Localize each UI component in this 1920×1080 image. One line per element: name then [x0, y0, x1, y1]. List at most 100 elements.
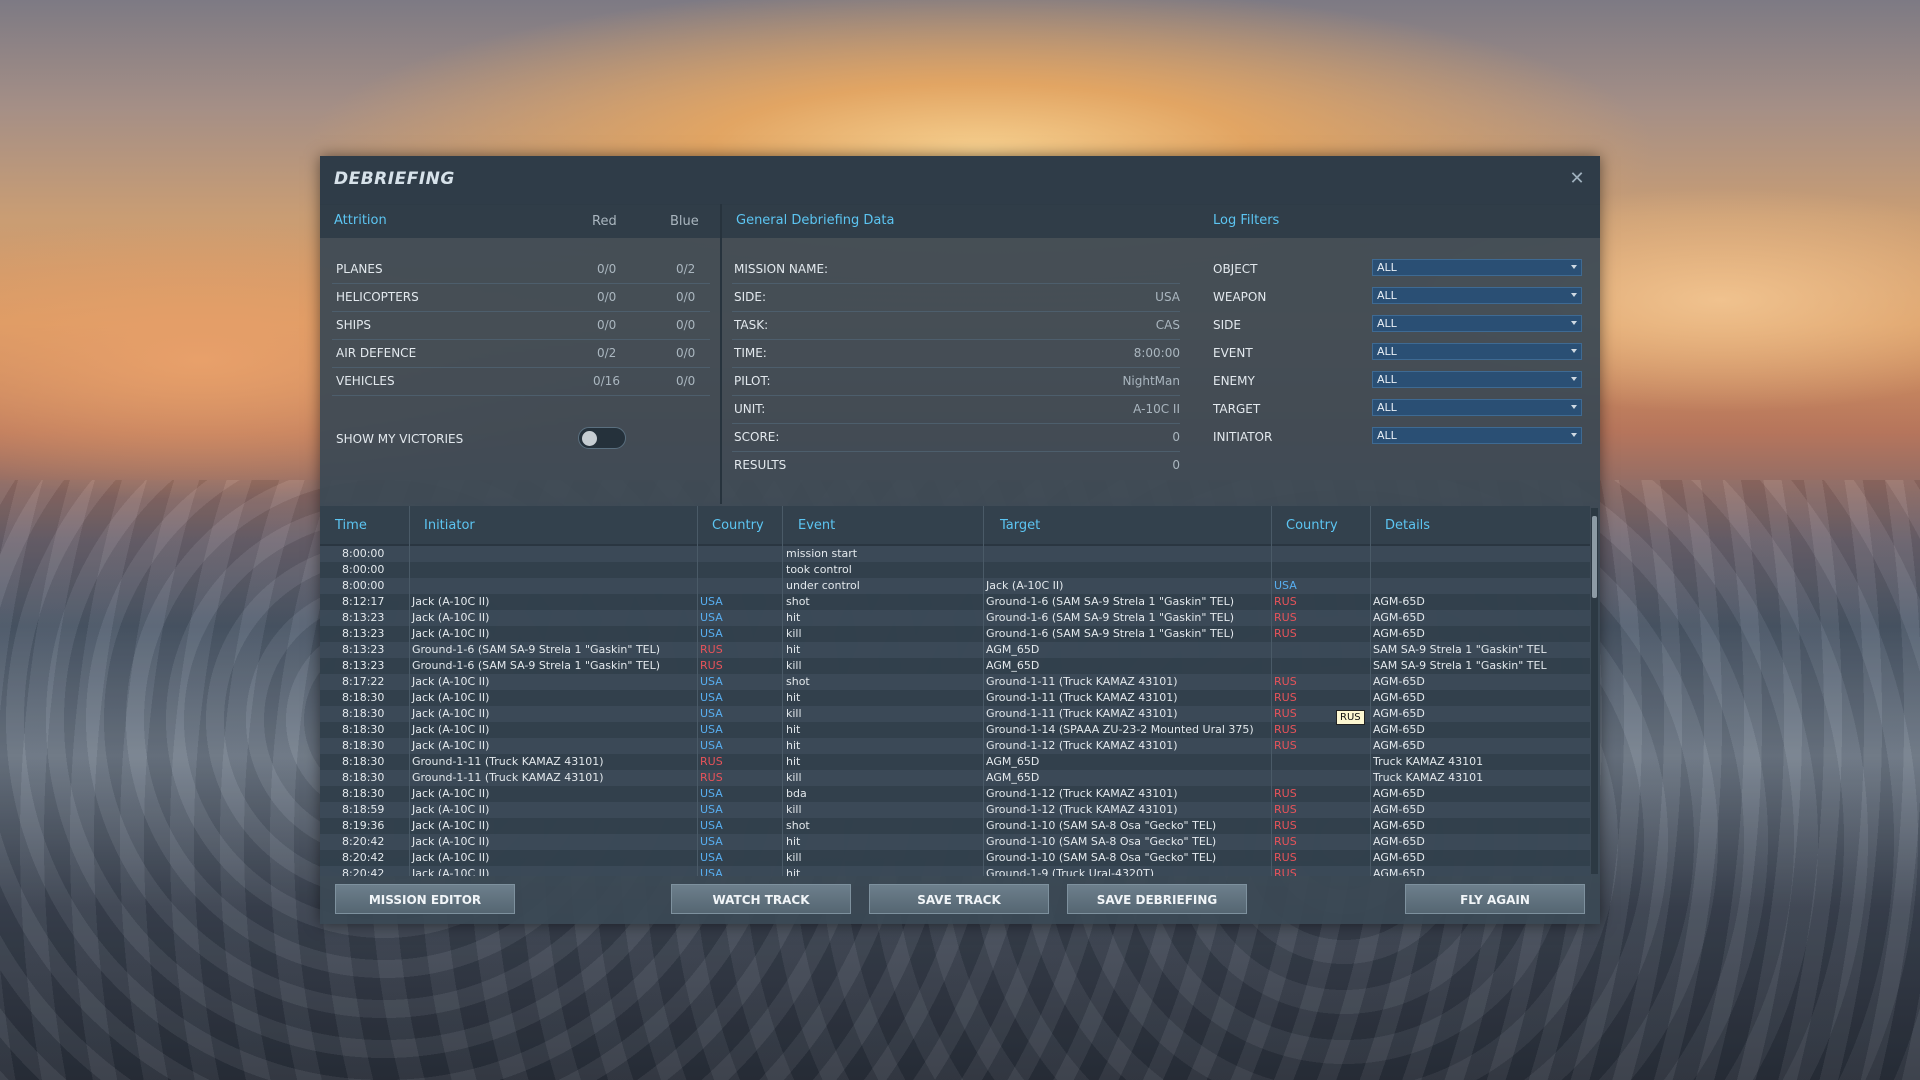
- filter-select-initiator[interactable]: ALL: [1372, 427, 1582, 444]
- save-debriefing-button[interactable]: SAVE DEBRIEFING: [1067, 884, 1247, 914]
- log-col-event[interactable]: Event: [798, 518, 835, 533]
- log-col-country[interactable]: Country: [712, 518, 764, 533]
- attrition-row-blue: 0/0: [676, 290, 696, 304]
- log-row[interactable]: 8:13:23 Jack (A-10C II) USA kill Ground-1-6 …: [320, 626, 1590, 642]
- chevron-down-icon: [1571, 321, 1577, 325]
- log-target-country: RUS: [1274, 819, 1297, 832]
- log-target-country: RUS: [1274, 595, 1297, 608]
- log-event: bda: [786, 787, 807, 800]
- general-row-value: 8:00:00: [1133, 346, 1180, 360]
- log-col-target-country[interactable]: Country: [1286, 518, 1338, 533]
- chevron-down-icon: [1571, 349, 1577, 353]
- log-country: USA: [700, 803, 723, 816]
- log-time: 8:00:00: [342, 563, 385, 576]
- log-target: Ground-1-11 (Truck KAMAZ 43101): [986, 707, 1178, 720]
- log-col-initiator[interactable]: Initiator: [424, 518, 475, 533]
- log-event: hit: [786, 723, 801, 736]
- log-event: hit: [786, 755, 801, 768]
- log-row[interactable]: 8:18:30 Ground-1-11 (Truck KAMAZ 43101) RU…: [320, 754, 1590, 770]
- attrition-row-blue: 0/0: [676, 346, 696, 360]
- fly-again-button[interactable]: FLY AGAIN: [1405, 884, 1585, 914]
- save-track-button[interactable]: SAVE TRACK: [869, 884, 1049, 914]
- log-row[interactable]: 8:20:42 Jack (A-10C II) USA hit Ground-1-9 (…: [320, 866, 1590, 876]
- log-row[interactable]: 8:18:30 Jack (A-10C II) USA hit Ground-1-11 …: [320, 690, 1590, 706]
- log-time: 8:13:23: [342, 611, 385, 624]
- col-separator: [983, 506, 984, 876]
- log-target: Ground-1-14 (SPAAA ZU-23-2 Mounted Ural …: [986, 723, 1254, 736]
- log-event: kill: [786, 707, 802, 720]
- log-time: 8:13:23: [342, 627, 385, 640]
- filter-label: ENEMY: [1213, 374, 1255, 388]
- filter-select-event[interactable]: ALL: [1372, 343, 1582, 360]
- log-row[interactable]: 8:13:23 Ground-1-6 (SAM SA-9 Strela 1 "Ga…: [320, 658, 1590, 674]
- log-row[interactable]: 8:20:42 Jack (A-10C II) USA hit Ground-1-10 …: [320, 834, 1590, 850]
- log-details: Truck KAMAZ 43101: [1373, 755, 1484, 768]
- row-divider: [732, 423, 1180, 424]
- filter-select-side[interactable]: ALL: [1372, 315, 1582, 332]
- filter-select-enemy[interactable]: ALL: [1372, 371, 1582, 388]
- attrition-row-red: 0/0: [597, 290, 617, 304]
- filter-select-weapon[interactable]: ALL: [1372, 287, 1582, 304]
- log-event: hit: [786, 643, 801, 656]
- log-row[interactable]: 8:18:30 Jack (A-10C II) USA kill Ground-1-11…: [320, 706, 1590, 722]
- general-row-value: CAS: [1155, 318, 1180, 332]
- log-initiator: Jack (A-10C II): [412, 707, 490, 720]
- log-row[interactable]: 8:12:17 Jack (A-10C II) USA shot Ground-1-6 …: [320, 594, 1590, 610]
- close-icon[interactable]: ✕: [1566, 168, 1588, 190]
- general-row-value: 0: [1172, 430, 1180, 444]
- log-initiator: Ground-1-6 (SAM SA-9 Strela 1 "Gaskin" T…: [412, 643, 661, 656]
- log-row[interactable]: 8:13:23 Ground-1-6 (SAM SA-9 Strela 1 "Ga…: [320, 642, 1590, 658]
- col-separator: [1271, 506, 1272, 876]
- log-time: 8:19:36: [342, 819, 385, 832]
- log-time: 8:17:22: [342, 675, 385, 688]
- show-victories-toggle[interactable]: [578, 427, 626, 449]
- log-col-details[interactable]: Details: [1385, 518, 1430, 533]
- filter-select-value: ALL: [1377, 345, 1397, 358]
- filter-label: WEAPON: [1213, 290, 1267, 304]
- attrition-row-red: 0/2: [597, 346, 617, 360]
- log-target: Ground-1-6 (SAM SA-9 Strela 1 "Gaskin" T…: [986, 595, 1235, 608]
- log-row[interactable]: 8:00:00 took control: [320, 562, 1590, 578]
- filter-select-value: ALL: [1377, 317, 1397, 330]
- log-row[interactable]: 8:18:59 Jack (A-10C II) USA kill Ground-1-12…: [320, 802, 1590, 818]
- log-initiator: Jack (A-10C II): [412, 739, 490, 752]
- row-divider: [732, 283, 1180, 284]
- log-row[interactable]: 8:20:42 Jack (A-10C II) USA kill Ground-1-10…: [320, 850, 1590, 866]
- filter-select-target[interactable]: ALL: [1372, 399, 1582, 416]
- log-scrollbar[interactable]: [1591, 508, 1598, 874]
- log-row[interactable]: 8:00:00 mission start: [320, 546, 1590, 562]
- filter-select-object[interactable]: ALL: [1372, 259, 1582, 276]
- log-target: Jack (A-10C II): [986, 579, 1064, 592]
- filter-label: EVENT: [1213, 346, 1253, 360]
- mission-editor-button[interactable]: MISSION EDITOR: [335, 884, 515, 914]
- log-row[interactable]: 8:18:30 Ground-1-11 (Truck KAMAZ 43101) RU…: [320, 770, 1590, 786]
- log-target-country: RUS: [1274, 723, 1297, 736]
- attrition-row-red: 0/0: [597, 318, 617, 332]
- log-row[interactable]: 8:17:22 Jack (A-10C II) USA shot Ground-1-11…: [320, 674, 1590, 690]
- log-target: Ground-1-12 (Truck KAMAZ 43101): [986, 787, 1178, 800]
- log-row[interactable]: 8:18:30 Jack (A-10C II) USA bda Ground-1-12 …: [320, 786, 1590, 802]
- row-divider: [332, 395, 710, 396]
- log-target: Ground-1-11 (Truck KAMAZ 43101): [986, 675, 1178, 688]
- log-row[interactable]: 8:19:36 Jack (A-10C II) USA shot Ground-1-10…: [320, 818, 1590, 834]
- log-details: AGM-65D: [1373, 707, 1425, 720]
- scrollbar-thumb[interactable]: [1592, 516, 1597, 598]
- log-col-target[interactable]: Target: [1000, 518, 1040, 533]
- log-row[interactable]: 8:00:00 under control Jack (A-10C II) USA: [320, 578, 1590, 594]
- log-target: Ground-1-11 (Truck KAMAZ 43101): [986, 691, 1178, 704]
- log-event: hit: [786, 611, 801, 624]
- log-row[interactable]: 8:18:30 Jack (A-10C II) USA hit Ground-1-12 …: [320, 738, 1590, 754]
- chevron-down-icon: [1571, 433, 1577, 437]
- col-separator: [782, 506, 783, 876]
- general-row-label: RESULTS: [734, 458, 787, 472]
- filter-label: OBJECT: [1213, 262, 1258, 276]
- log-time: 8:20:42: [342, 867, 385, 876]
- watch-track-button[interactable]: WATCH TRACK: [671, 884, 851, 914]
- log-col-time[interactable]: Time: [335, 518, 367, 533]
- general-header: General Debriefing Data Log Filters: [722, 204, 1600, 238]
- log-event: hit: [786, 691, 801, 704]
- log-target-country: RUS: [1274, 739, 1297, 752]
- log-row[interactable]: 8:18:30 Jack (A-10C II) USA hit Ground-1-14 …: [320, 722, 1590, 738]
- log-time: 8:18:30: [342, 787, 385, 800]
- log-row[interactable]: 8:13:23 Jack (A-10C II) USA hit Ground-1-6 (…: [320, 610, 1590, 626]
